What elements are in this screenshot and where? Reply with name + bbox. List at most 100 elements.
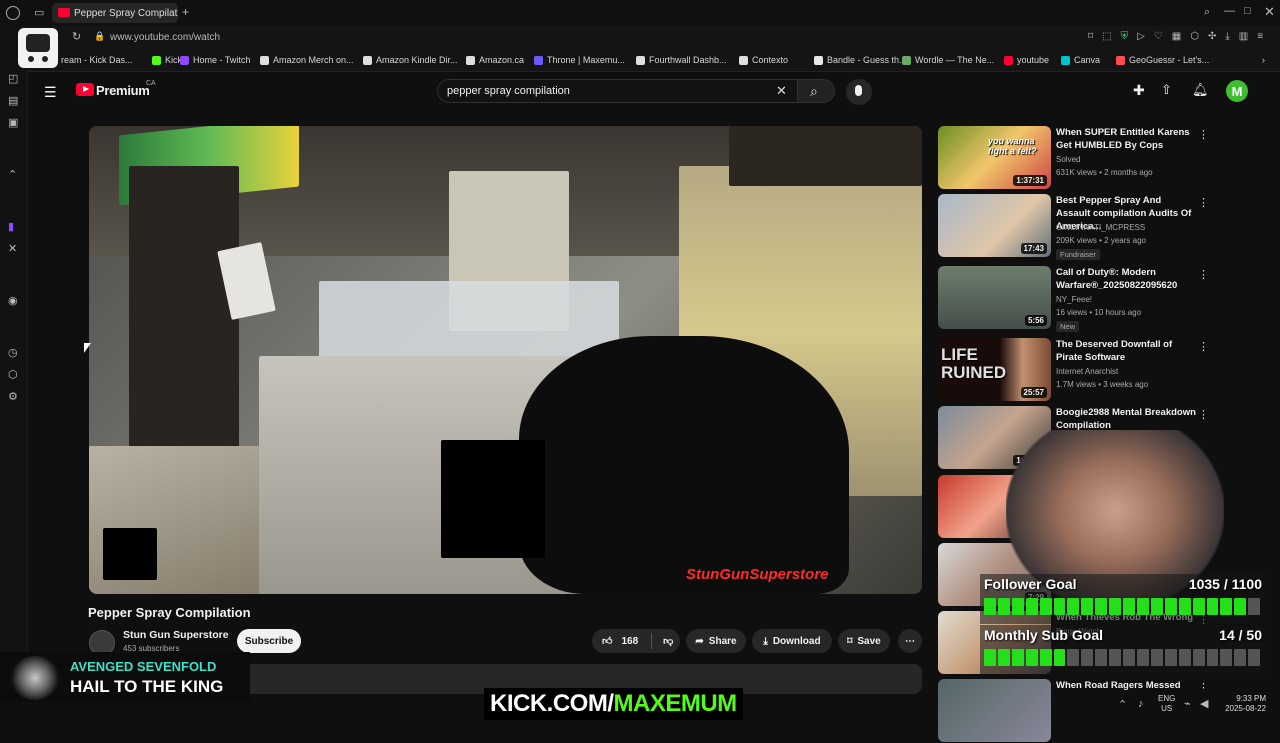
shield-icon[interactable]: ⛨ xyxy=(1121,31,1129,42)
menu-icon[interactable]: ≡ xyxy=(1257,31,1263,42)
bookmark-item[interactable]: Amazon Merch on... xyxy=(260,55,354,65)
search-button[interactable]: ⌕ xyxy=(797,79,835,103)
bookmark-item[interactable]: Amazon Kindle Dir... xyxy=(363,55,458,65)
more-options-icon[interactable]: ⋮ xyxy=(1198,128,1209,141)
bookmark-item[interactable]: Contexto xyxy=(739,55,788,65)
recommendation-title[interactable]: Boogie2988 Mental Breakdown Compilation xyxy=(1056,406,1196,432)
extension-icon[interactable]: ⬡ xyxy=(8,370,18,381)
video-player[interactable]: StunGunSuperstore xyxy=(89,126,922,594)
recommendation-thumbnail[interactable]: 17:43 xyxy=(938,194,1051,257)
sidebar-app-icon[interactable]: ◰ xyxy=(8,74,18,85)
minimize-icon[interactable]: — xyxy=(1224,6,1235,17)
download-icon[interactable]: ⤓ xyxy=(1225,31,1229,42)
sidebar-app-icon[interactable]: ▣ xyxy=(8,118,18,129)
play-icon[interactable]: ▷ xyxy=(1137,31,1145,42)
more-options-icon[interactable]: ⋮ xyxy=(1198,268,1209,281)
url-field[interactable]: www.youtube.com/watch xyxy=(110,32,220,43)
recommendation-thumbnail[interactable]: 5:56 xyxy=(938,266,1051,329)
maximize-icon[interactable]: □ xyxy=(1244,6,1251,17)
recommendation-channel[interactable]: Internet Anarchist xyxy=(1056,367,1118,376)
bookmark-item[interactable]: Wordle — The Ne... xyxy=(902,55,994,65)
more-options-icon[interactable]: ⋮ xyxy=(1198,340,1209,353)
sidebar-app-icon[interactable]: ▤ xyxy=(8,96,18,107)
bookmark-item[interactable]: Throne | Maxemu... xyxy=(534,55,625,65)
bookmark-item[interactable]: GeoGuessr - Let's... xyxy=(1116,55,1209,65)
bookmark-item[interactable]: Fourthwall Dashb... xyxy=(636,55,727,65)
thumbs-down-icon[interactable]: 👎︎ xyxy=(663,635,673,647)
music-artist: AVENGED SEVENFOLD xyxy=(70,659,217,674)
share-button[interactable]: ➦ Share xyxy=(686,629,746,653)
recommendation-channel[interactable]: NY_Feee! xyxy=(1056,295,1092,304)
reload-icon[interactable]: ↻ xyxy=(72,32,81,43)
bookmark-item[interactable]: Kick xyxy=(152,55,182,65)
recommendation-item[interactable]: 5:56 Call of Duty®: Modern Warfare®_20250… xyxy=(938,266,1213,332)
more-options-icon[interactable]: ⋮ xyxy=(1198,408,1209,421)
x-icon[interactable]: ✕ xyxy=(8,244,17,255)
sidebar-toggle-icon[interactable]: ▥ xyxy=(1239,31,1248,42)
save-button[interactable]: ⌑ Save xyxy=(838,629,890,653)
more-options-icon[interactable]: ⋮ xyxy=(1198,196,1209,209)
channel-name[interactable]: Stun Gun Superstore xyxy=(123,629,229,641)
create-icon[interactable]: ✚ xyxy=(1133,82,1145,99)
more-actions-button[interactable]: ⋯ xyxy=(898,629,922,653)
bookmark-item[interactable]: Amazon.ca xyxy=(466,55,524,65)
recommendation-item[interactable]: you wanna fight a felt? 1:37:31 When SUPER… xyxy=(938,126,1213,190)
recommendation-channel[interactable]: Solved xyxy=(1056,155,1080,164)
bookmark-item[interactable]: ream - Kick Das... xyxy=(48,55,133,65)
recommendation-thumbnail[interactable] xyxy=(938,679,1051,742)
search-input[interactable]: pepper spray compilation ✕ xyxy=(437,79,798,103)
bookmark-item[interactable]: youtube xyxy=(1004,55,1049,65)
recommendation-title[interactable]: When SUPER Entitled Karens Get HUMBLED B… xyxy=(1056,126,1196,152)
bookmarks-overflow-icon[interactable]: › xyxy=(1262,55,1265,65)
search-tabs-icon[interactable]: ⌕ xyxy=(1204,7,1210,18)
kick-sidebar-icon[interactable]: ⌃ xyxy=(8,170,17,181)
mouse-cursor-icon xyxy=(84,343,91,353)
new-tab-button[interactable]: + xyxy=(182,6,189,18)
volume-icon[interactable]: ◀︎ xyxy=(1200,699,1208,710)
grid-icon[interactable]: ▦ xyxy=(1172,31,1181,42)
extension-icon[interactable]: ⬡ xyxy=(1190,31,1199,42)
browser-logo-icon[interactable] xyxy=(6,6,20,20)
bookmark-item[interactable]: Canva xyxy=(1061,55,1100,65)
play-circle-icon[interactable]: ◉ xyxy=(8,296,18,307)
recommendation-item[interactable]: 17:43 Best Pepper Spray And Assault compi… xyxy=(938,194,1213,260)
recommendation-thumbnail[interactable]: you wanna fight a felt? 1:37:31 xyxy=(938,126,1051,189)
settings-icon[interactable]: ⚙ xyxy=(8,392,18,403)
notifications-bell-icon[interactable]: 🔔︎ xyxy=(1192,82,1209,98)
heart-icon[interactable]: ♡ xyxy=(1154,31,1163,42)
bookmark-item[interactable]: Bandle - Guess th... xyxy=(814,55,907,65)
microphone-tray-icon[interactable]: ♪ xyxy=(1138,699,1144,710)
hamburger-menu-icon[interactable]: ☰ xyxy=(44,84,57,101)
language-indicator[interactable]: ENG US xyxy=(1158,694,1175,714)
voice-search-button[interactable] xyxy=(846,79,872,105)
network-icon[interactable]: ⌁ xyxy=(1184,699,1191,710)
bookmark-icon[interactable]: ⌑ xyxy=(1088,31,1093,42)
download-button[interactable]: ⤓ Download xyxy=(752,629,832,653)
subscribe-button[interactable]: Subscribe xyxy=(237,629,301,653)
youtube-logo-icon[interactable] xyxy=(76,83,94,96)
tab-list-icon[interactable]: ▭ xyxy=(34,8,44,19)
tab-active[interactable]: Pepper Spray Compilation xyxy=(52,3,178,23)
recommendation-channel[interactable]: CINCINNATI_MCPRESS xyxy=(1056,223,1145,232)
close-window-icon[interactable]: ✕ xyxy=(1264,5,1275,18)
history-icon[interactable]: ◷ xyxy=(8,348,18,359)
search-query: pepper spray compilation xyxy=(447,85,570,97)
recommendation-title[interactable]: The Deserved Downfall of Pirate Software xyxy=(1056,338,1196,364)
recommendation-item[interactable]: LIFE RUINED 25:57 The Deserved Downfall of… xyxy=(938,338,1213,402)
follower-goal-progress xyxy=(984,598,1261,615)
twitch-icon[interactable]: ▮ xyxy=(8,222,14,233)
puzzle-icon[interactable]: ✣ xyxy=(1208,31,1216,42)
thumbs-up-icon[interactable]: 👍︎ xyxy=(602,635,612,647)
upload-icon[interactable]: ⇧ xyxy=(1161,82,1172,98)
avatar[interactable]: M xyxy=(1226,80,1248,102)
clock[interactable]: 9:33 PM 2025-08-22 xyxy=(1222,694,1266,714)
recommendation-thumbnail[interactable]: LIFE RUINED 25:57 xyxy=(938,338,1051,401)
recommendation-title[interactable]: Call of Duty®: Modern Warfare®_202508220… xyxy=(1056,266,1196,292)
like-count[interactable]: 168 xyxy=(621,636,638,647)
bookmark-item[interactable]: Home - Twitch xyxy=(180,55,250,65)
screenshot-icon[interactable]: ⬚ xyxy=(1102,31,1111,42)
youtube-premium-logo[interactable]: Premium xyxy=(96,83,150,98)
progress-segment xyxy=(1206,649,1219,666)
clear-search-icon[interactable]: ✕ xyxy=(776,83,787,99)
tray-expand-icon[interactable]: ⌃ xyxy=(1118,700,1127,711)
